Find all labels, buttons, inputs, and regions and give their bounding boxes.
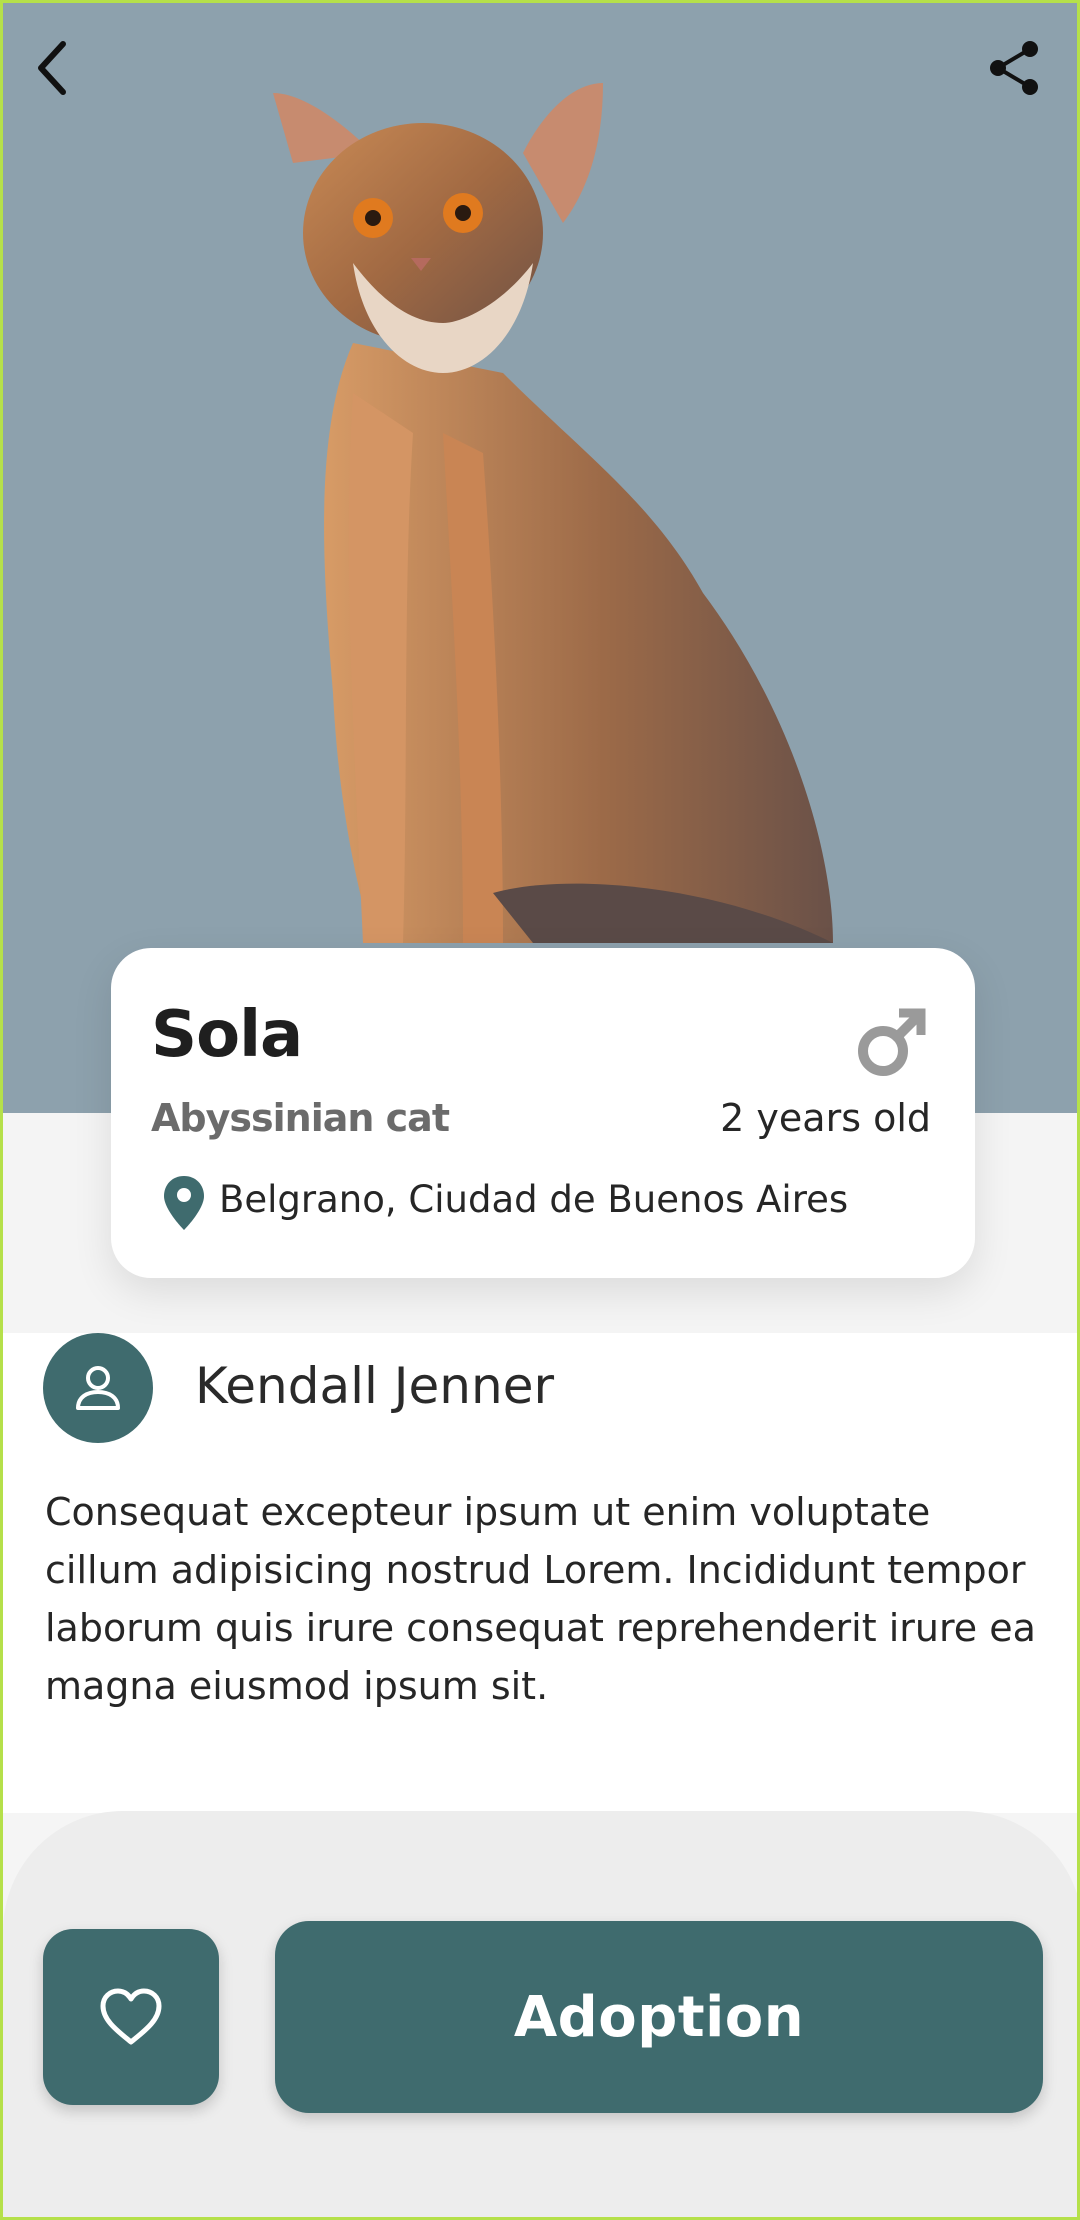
hero-image-area — [3, 3, 1077, 1113]
owner-name[interactable]: Kendall Jenner — [195, 1357, 554, 1415]
pet-location: Belgrano, Ciudad de Buenos Aires — [219, 1178, 849, 1221]
pet-breed: Abyssinian cat — [151, 1096, 450, 1140]
male-icon — [858, 1008, 926, 1076]
favorite-button[interactable] — [43, 1929, 219, 2105]
share-icon — [990, 41, 1038, 95]
bottom-action-bar: Adoption — [3, 1811, 1077, 2217]
pet-detail-screen: Sola Abyssinian cat 2 years old Belgrano… — [0, 0, 1080, 2220]
adoption-button[interactable]: Adoption — [275, 1921, 1043, 2113]
back-button[interactable] — [13, 28, 93, 108]
pet-name: Sola — [151, 998, 303, 1072]
pet-age: 2 years old — [720, 1096, 931, 1140]
share-button[interactable] — [975, 28, 1055, 108]
pet-info-card: Sola Abyssinian cat 2 years old Belgrano… — [111, 948, 975, 1278]
owner-section: Kendall Jenner Consequat excepteur ipsum… — [3, 1333, 1077, 1813]
adoption-button-label: Adoption — [513, 1984, 805, 2050]
map-pin-icon — [164, 1176, 204, 1230]
cat-photo — [273, 83, 833, 943]
owner-avatar[interactable] — [43, 1333, 153, 1443]
person-icon — [76, 1366, 120, 1410]
chevron-left-icon — [38, 41, 66, 95]
pet-description: Consequat excepteur ipsum ut enim volupt… — [45, 1490, 1036, 1708]
heart-icon — [100, 1988, 162, 2045]
